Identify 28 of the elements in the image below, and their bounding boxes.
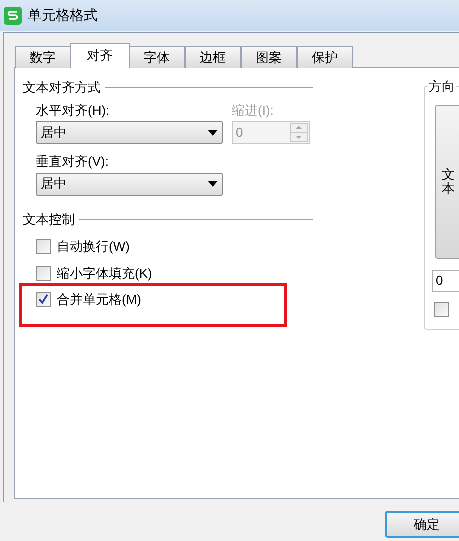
window-title: 单元格格式 (28, 6, 98, 25)
tab[interactable]: 对齐 (70, 43, 130, 68)
field-label: 水平对齐(H): (36, 102, 111, 120)
app-logo-icon (4, 6, 22, 24)
section-title: 文本控制 (23, 210, 75, 228)
checkbox[interactable] (36, 266, 51, 281)
caret-icon (208, 130, 218, 136)
tab[interactable]: 数字 (15, 46, 71, 68)
checkbox-label[interactable]: 自动换行(W) (57, 237, 130, 256)
caret-icon (208, 181, 218, 187)
tab[interactable]: 边框 (185, 46, 241, 68)
dropdown[interactable]: 居中 (36, 172, 223, 196)
ok-button[interactable]: 确定 (385, 511, 459, 538)
checkbox-label[interactable]: 合并单元格(M) (57, 290, 142, 310)
orientation-preview[interactable]: 文本 (435, 105, 459, 259)
spin-arrows-icon (290, 123, 308, 142)
checkbox[interactable] (36, 239, 51, 254)
tab[interactable]: 保护 (297, 46, 353, 68)
degrees-field[interactable]: 0 (432, 270, 459, 292)
checkbox[interactable] (434, 302, 449, 317)
tab[interactable]: 图案 (241, 46, 297, 68)
checkbox[interactable] (36, 292, 51, 308)
section-title: 文本对齐方式 (23, 79, 101, 97)
field-label: 缩进(I): (232, 102, 275, 120)
checkbox-label[interactable]: 缩小字体填充(K) (57, 264, 152, 283)
field-label: 垂直对齐(V): (36, 153, 110, 171)
dropdown[interactable]: 居中 (36, 121, 223, 144)
tab[interactable]: 字体 (129, 46, 185, 68)
